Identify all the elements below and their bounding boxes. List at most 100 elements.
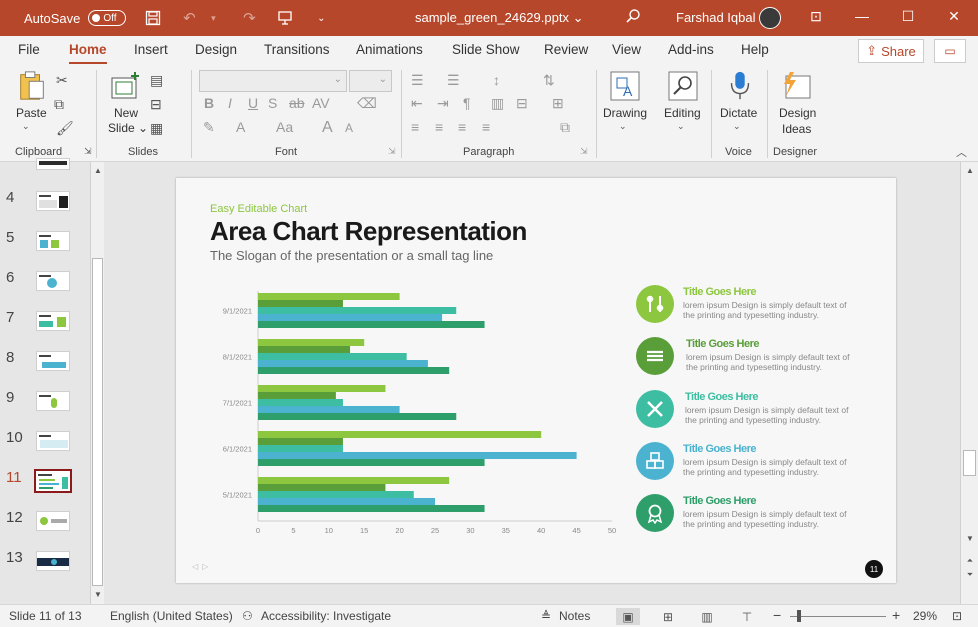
undo-icon[interactable]: ↶ [180, 9, 198, 27]
presentation-start-icon[interactable] [276, 9, 294, 27]
chart-bar[interactable] [258, 300, 343, 307]
scrollbar-thumb[interactable] [963, 450, 976, 476]
chart-bar[interactable] [258, 360, 428, 367]
zoom-out-icon[interactable]: − [773, 607, 781, 623]
align-center-icon[interactable]: ≡ [435, 119, 443, 135]
ribbon-display-icon[interactable]: ⊡ [806, 8, 826, 25]
save-icon[interactable] [144, 9, 162, 27]
slide-thumbnail[interactable] [36, 391, 70, 411]
chart-bar[interactable] [258, 353, 407, 360]
slide-thumbnail[interactable] [36, 551, 70, 571]
cut-icon[interactable]: ✂ [56, 72, 68, 89]
design-ideas-label-2[interactable]: Ideas [782, 122, 811, 136]
editing-label[interactable]: Editing [664, 106, 701, 120]
tab-help[interactable]: Help [741, 42, 769, 63]
accessibility-icon[interactable]: ⚇ [242, 609, 253, 623]
columns-icon[interactable]: ▥ [491, 95, 504, 112]
chart-bar[interactable] [258, 307, 457, 314]
info-item[interactable]: Title Goes Here lorem ipsum Design is si… [636, 337, 876, 377]
justify-icon[interactable]: ≡ [482, 119, 490, 135]
editing-icon[interactable] [667, 70, 699, 102]
tab-animations[interactable]: Animations [356, 42, 423, 63]
language-indicator[interactable]: English (United States) [110, 609, 233, 623]
chevron-down-icon[interactable]: ⌄ [22, 121, 30, 132]
dictate-label[interactable]: Dictate [720, 106, 757, 120]
slide-title[interactable]: Area Chart Representation [210, 216, 527, 247]
zoom-in-icon[interactable]: + [892, 607, 900, 623]
chevron-down-icon[interactable]: ⌄ [677, 121, 685, 132]
bullets-icon[interactable]: ☰ [411, 72, 424, 89]
paste-label[interactable]: Paste [16, 106, 47, 120]
accessibility-status[interactable]: Accessibility: Investigate [261, 609, 391, 623]
chart-bar[interactable] [258, 399, 343, 406]
zoom-slider-thumb[interactable] [797, 610, 801, 622]
chart-bar[interactable] [258, 293, 400, 300]
slide-nav-arrows[interactable]: ◁▷ [192, 562, 212, 571]
chart-bar[interactable] [258, 505, 485, 512]
chart-bar[interactable] [258, 413, 457, 420]
slide-thumbnail[interactable] [36, 431, 70, 451]
reading-view-icon[interactable]: ▥ [695, 608, 719, 625]
tab-design[interactable]: Design [195, 42, 237, 63]
chart-bar[interactable] [258, 484, 386, 491]
chart-bar[interactable] [258, 431, 542, 438]
chart-bar[interactable] [258, 321, 485, 328]
align-left-icon[interactable]: ≡ [411, 119, 419, 135]
underline-button[interactable]: U [248, 95, 258, 111]
slideshow-icon[interactable]: ⊤ [735, 608, 759, 625]
clear-formatting-icon[interactable]: ⌫ [357, 95, 377, 112]
shrink-font-button[interactable]: A [345, 121, 353, 135]
chart-bar[interactable] [258, 346, 351, 353]
shadow-button[interactable]: S [268, 95, 277, 111]
slide-thumbnail[interactable] [36, 271, 70, 291]
highlight-icon[interactable]: ✎ [203, 119, 215, 136]
redo-icon[interactable]: ↷ [240, 9, 258, 27]
new-slide-label-2[interactable]: Slide ⌄ [108, 121, 148, 135]
italic-button[interactable]: I [228, 95, 232, 111]
tab-review[interactable]: Review [544, 42, 588, 63]
comments-button[interactable]: ▭ [934, 39, 966, 63]
customize-toolbar-icon[interactable]: ⌄ [312, 9, 330, 27]
search-icon[interactable] [625, 8, 641, 28]
chart-bar[interactable] [258, 314, 443, 321]
undo-dropdown-icon[interactable]: ▾ [204, 9, 222, 27]
normal-view-icon[interactable]: ▣ [616, 608, 640, 625]
section-icon[interactable]: ▦ [150, 120, 163, 137]
slide-thumbnail[interactable] [36, 158, 70, 170]
increase-indent-icon[interactable]: ⇥ [437, 95, 449, 112]
font-family-select[interactable]: ⌄ [199, 70, 347, 92]
chart-bar[interactable] [258, 392, 336, 399]
copy-icon[interactable]: ⧉ [54, 96, 64, 113]
chart-bar[interactable] [258, 385, 386, 392]
dialog-launcher-icon[interactable]: ⇲ [388, 146, 396, 157]
chevron-down-icon[interactable]: ⌄ [733, 121, 741, 132]
grow-font-button[interactable]: A [322, 119, 333, 137]
arrange-icon[interactable]: ⧉ [560, 119, 570, 136]
change-case-button[interactable]: Aa [276, 119, 293, 135]
slide-kicker[interactable]: Easy Editable Chart [210, 203, 307, 215]
tab-insert[interactable]: Insert [134, 42, 168, 63]
fit-to-window-icon[interactable]: ⊡ [952, 609, 962, 623]
scroll-up-icon[interactable]: ▲ [963, 164, 977, 178]
align-right-icon[interactable]: ≡ [458, 119, 466, 135]
bold-button[interactable]: B [204, 95, 214, 111]
scroll-up-icon[interactable]: ▲ [91, 164, 105, 178]
dialog-launcher-icon[interactable]: ⇲ [84, 146, 92, 157]
paste-icon[interactable] [16, 70, 48, 102]
tab-home[interactable]: Home [69, 42, 107, 65]
slide[interactable]: Easy Editable Chart Area Chart Represent… [176, 178, 896, 583]
scrollbar-thumb[interactable] [92, 258, 103, 586]
collapse-ribbon-icon[interactable]: ︿ [956, 144, 967, 160]
chart-bar[interactable] [258, 477, 450, 484]
chart-bar[interactable] [258, 438, 343, 445]
notes-icon[interactable]: ≜ [541, 609, 551, 623]
slide-thumbnail-active[interactable] [34, 469, 72, 493]
strikethrough-button[interactable]: ab [289, 95, 305, 111]
info-item[interactable]: Title Goes Here lorem ipsum Design is si… [636, 494, 876, 534]
close-icon[interactable]: ✕ [944, 8, 964, 25]
design-ideas-label[interactable]: Design [779, 106, 816, 120]
font-size-select[interactable]: ⌄ [349, 70, 392, 92]
share-button[interactable]: ⇪ Share [858, 39, 924, 63]
reset-icon[interactable]: ⊟ [150, 96, 162, 113]
maximize-icon[interactable]: ☐ [898, 8, 918, 25]
